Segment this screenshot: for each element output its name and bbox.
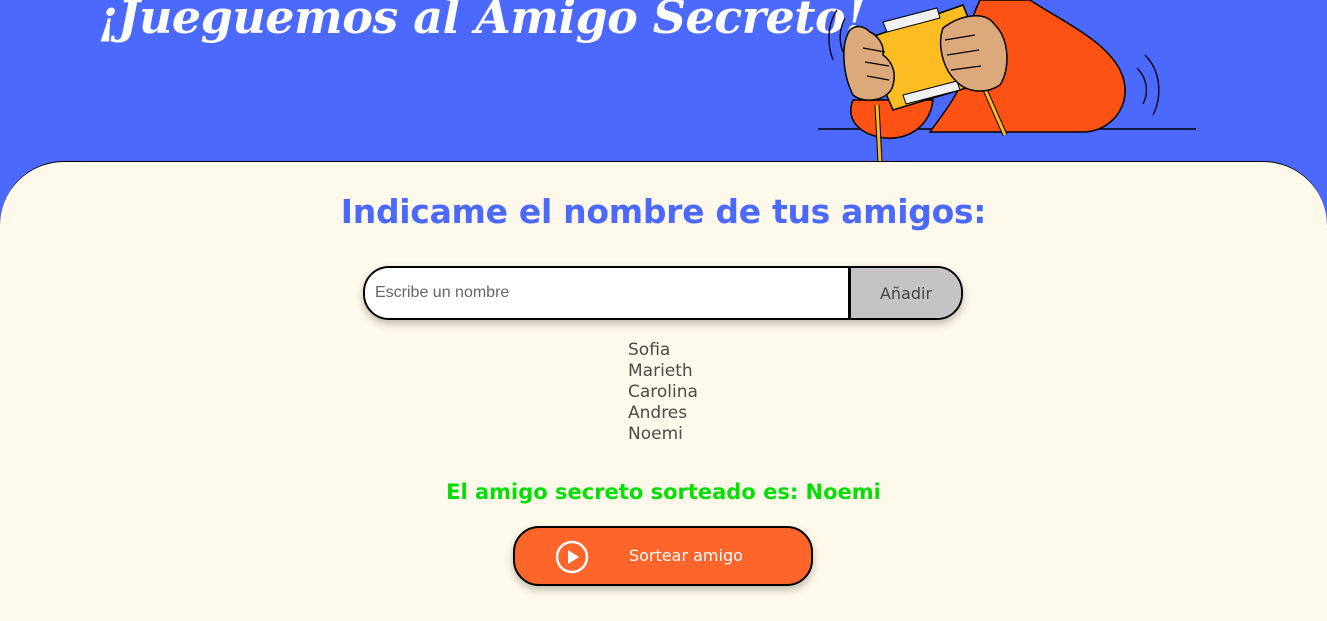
list-item: Noemi (628, 424, 683, 444)
list-item: Andres (628, 403, 688, 423)
draw-button-label: Sortear amigo (629, 546, 743, 565)
play-circle-icon (555, 540, 589, 574)
input-group: Añadir (363, 266, 963, 320)
draw-friend-button[interactable]: Sortear amigo (513, 526, 813, 586)
name-input[interactable] (365, 268, 848, 318)
list-item: Marieth (628, 361, 693, 381)
person-holding-gift-illustration (818, 0, 1196, 163)
section-title: Indicame el nombre de tus amigos: (340, 192, 987, 231)
page-title: ¡Jueguemos al Amigo Secreto! (98, 0, 865, 44)
list-item: Sofia (628, 340, 671, 360)
friends-list: Sofia Marieth Carolina Andres Noemi (628, 340, 698, 445)
result-text: El amigo secreto sorteado es: Noemi (446, 480, 881, 504)
main-panel: Indicame el nombre de tus amigos: Añadir… (0, 161, 1327, 621)
list-item: Carolina (628, 382, 698, 402)
add-button[interactable]: Añadir (848, 268, 961, 318)
